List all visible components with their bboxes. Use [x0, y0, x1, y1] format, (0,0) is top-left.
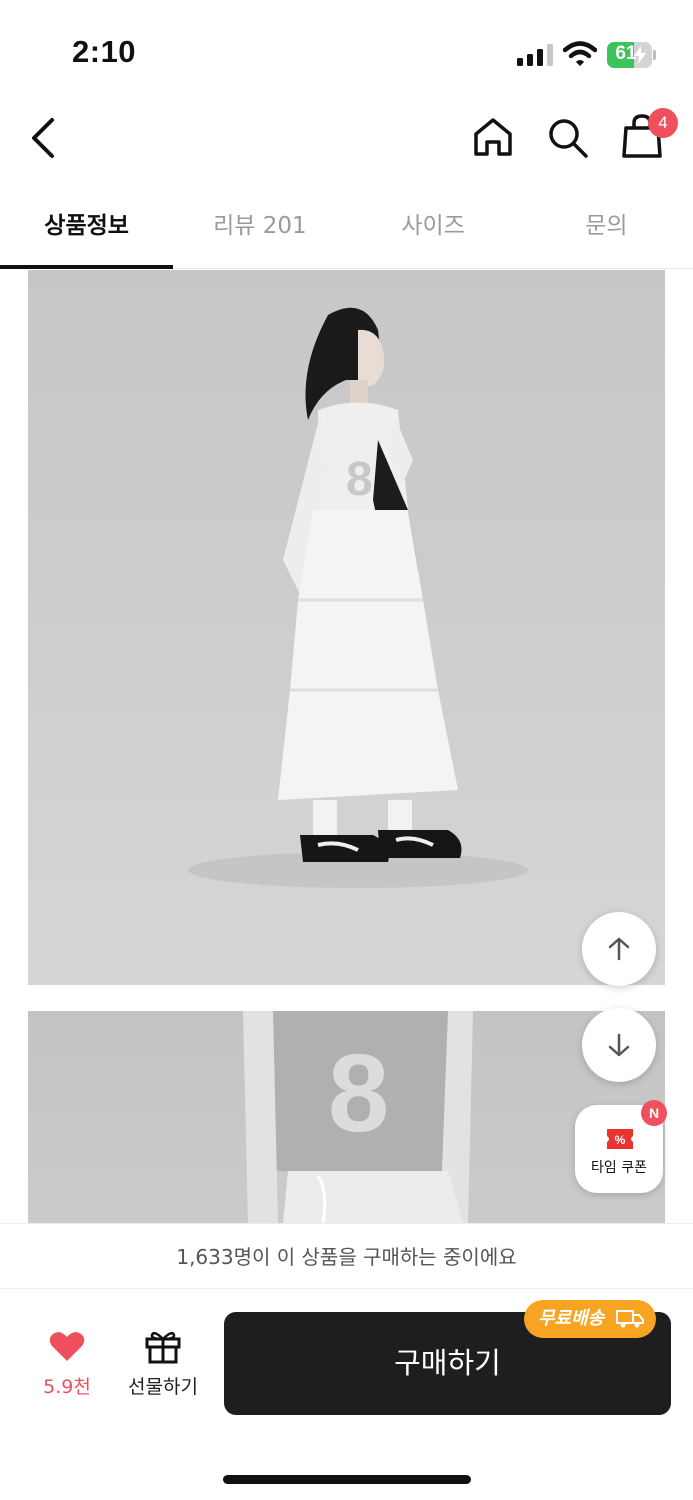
svg-text:8: 8 [346, 453, 373, 506]
coupon-label: 타임 쿠폰 [591, 1160, 647, 1176]
buyers-count-text: 1,633명이 이 상품을 구매하는 중이에요 [0, 1223, 693, 1289]
svg-text:%: % [615, 1133, 626, 1147]
arrow-down-icon [608, 1033, 630, 1057]
cart-count-badge: 4 [648, 108, 678, 138]
coupon-new-badge: N [641, 1100, 667, 1126]
model-back-illustration: 8 [243, 1011, 473, 1223]
tab-reviews[interactable]: 리뷰 201 [173, 190, 346, 268]
status-bar: 2:10 61 [0, 0, 693, 100]
search-icon[interactable] [544, 114, 590, 160]
coupon-icon: % [607, 1129, 633, 1149]
home-icon[interactable] [470, 114, 516, 160]
svg-text:8: 8 [328, 1032, 389, 1155]
top-nav: 4 [0, 100, 693, 180]
product-image-2: 8 [28, 1011, 665, 1223]
home-indicator [223, 1475, 471, 1484]
model-illustration: 8 [188, 307, 528, 888]
status-time: 2:10 [72, 34, 137, 69]
tab-product-info[interactable]: 상품정보 [0, 190, 174, 269]
gift-button[interactable]: 선물하기 [118, 1328, 208, 1404]
free-shipping-badge: 무료배송 [524, 1300, 656, 1338]
scroll-up-button[interactable] [582, 912, 656, 986]
scroll-down-button[interactable] [582, 1008, 656, 1082]
tab-inquiry[interactable]: 문의 [520, 190, 693, 268]
battery-icon: 61 [607, 42, 657, 68]
tab-size[interactable]: 사이즈 [347, 190, 520, 268]
gift-icon [145, 1331, 181, 1364]
like-count: 5.9천 [43, 1376, 91, 1398]
back-icon[interactable] [26, 116, 62, 160]
signal-icon [517, 44, 553, 66]
arrow-up-icon [608, 937, 630, 961]
heart-icon [49, 1332, 85, 1361]
like-button[interactable]: 5.9천 [34, 1330, 100, 1404]
free-shipping-label: 무료배송 [538, 1308, 605, 1329]
wifi-icon [563, 41, 597, 66]
product-image-1: 8 [28, 270, 665, 985]
truck-icon [616, 1310, 644, 1328]
gift-label: 선물하기 [128, 1376, 198, 1398]
product-tabs: 상품정보 리뷰 201 사이즈 문의 [0, 190, 693, 269]
